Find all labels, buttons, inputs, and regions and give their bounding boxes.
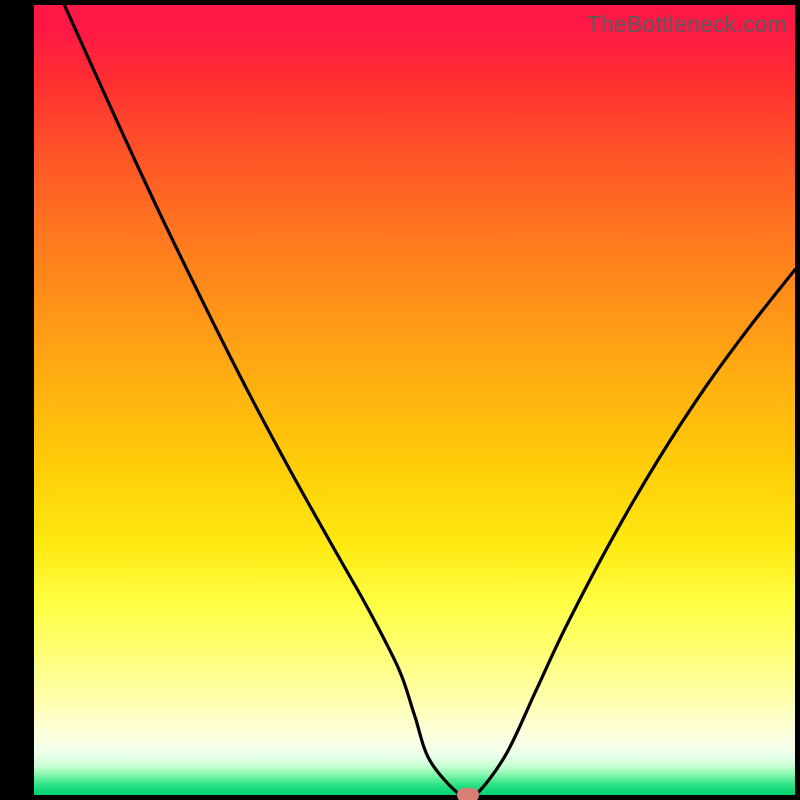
chart-plot-area: TheBottleneck.com bbox=[34, 5, 795, 795]
curve-path bbox=[64, 5, 795, 795]
bottleneck-curve bbox=[34, 5, 795, 795]
chart-frame: TheBottleneck.com bbox=[0, 0, 800, 800]
